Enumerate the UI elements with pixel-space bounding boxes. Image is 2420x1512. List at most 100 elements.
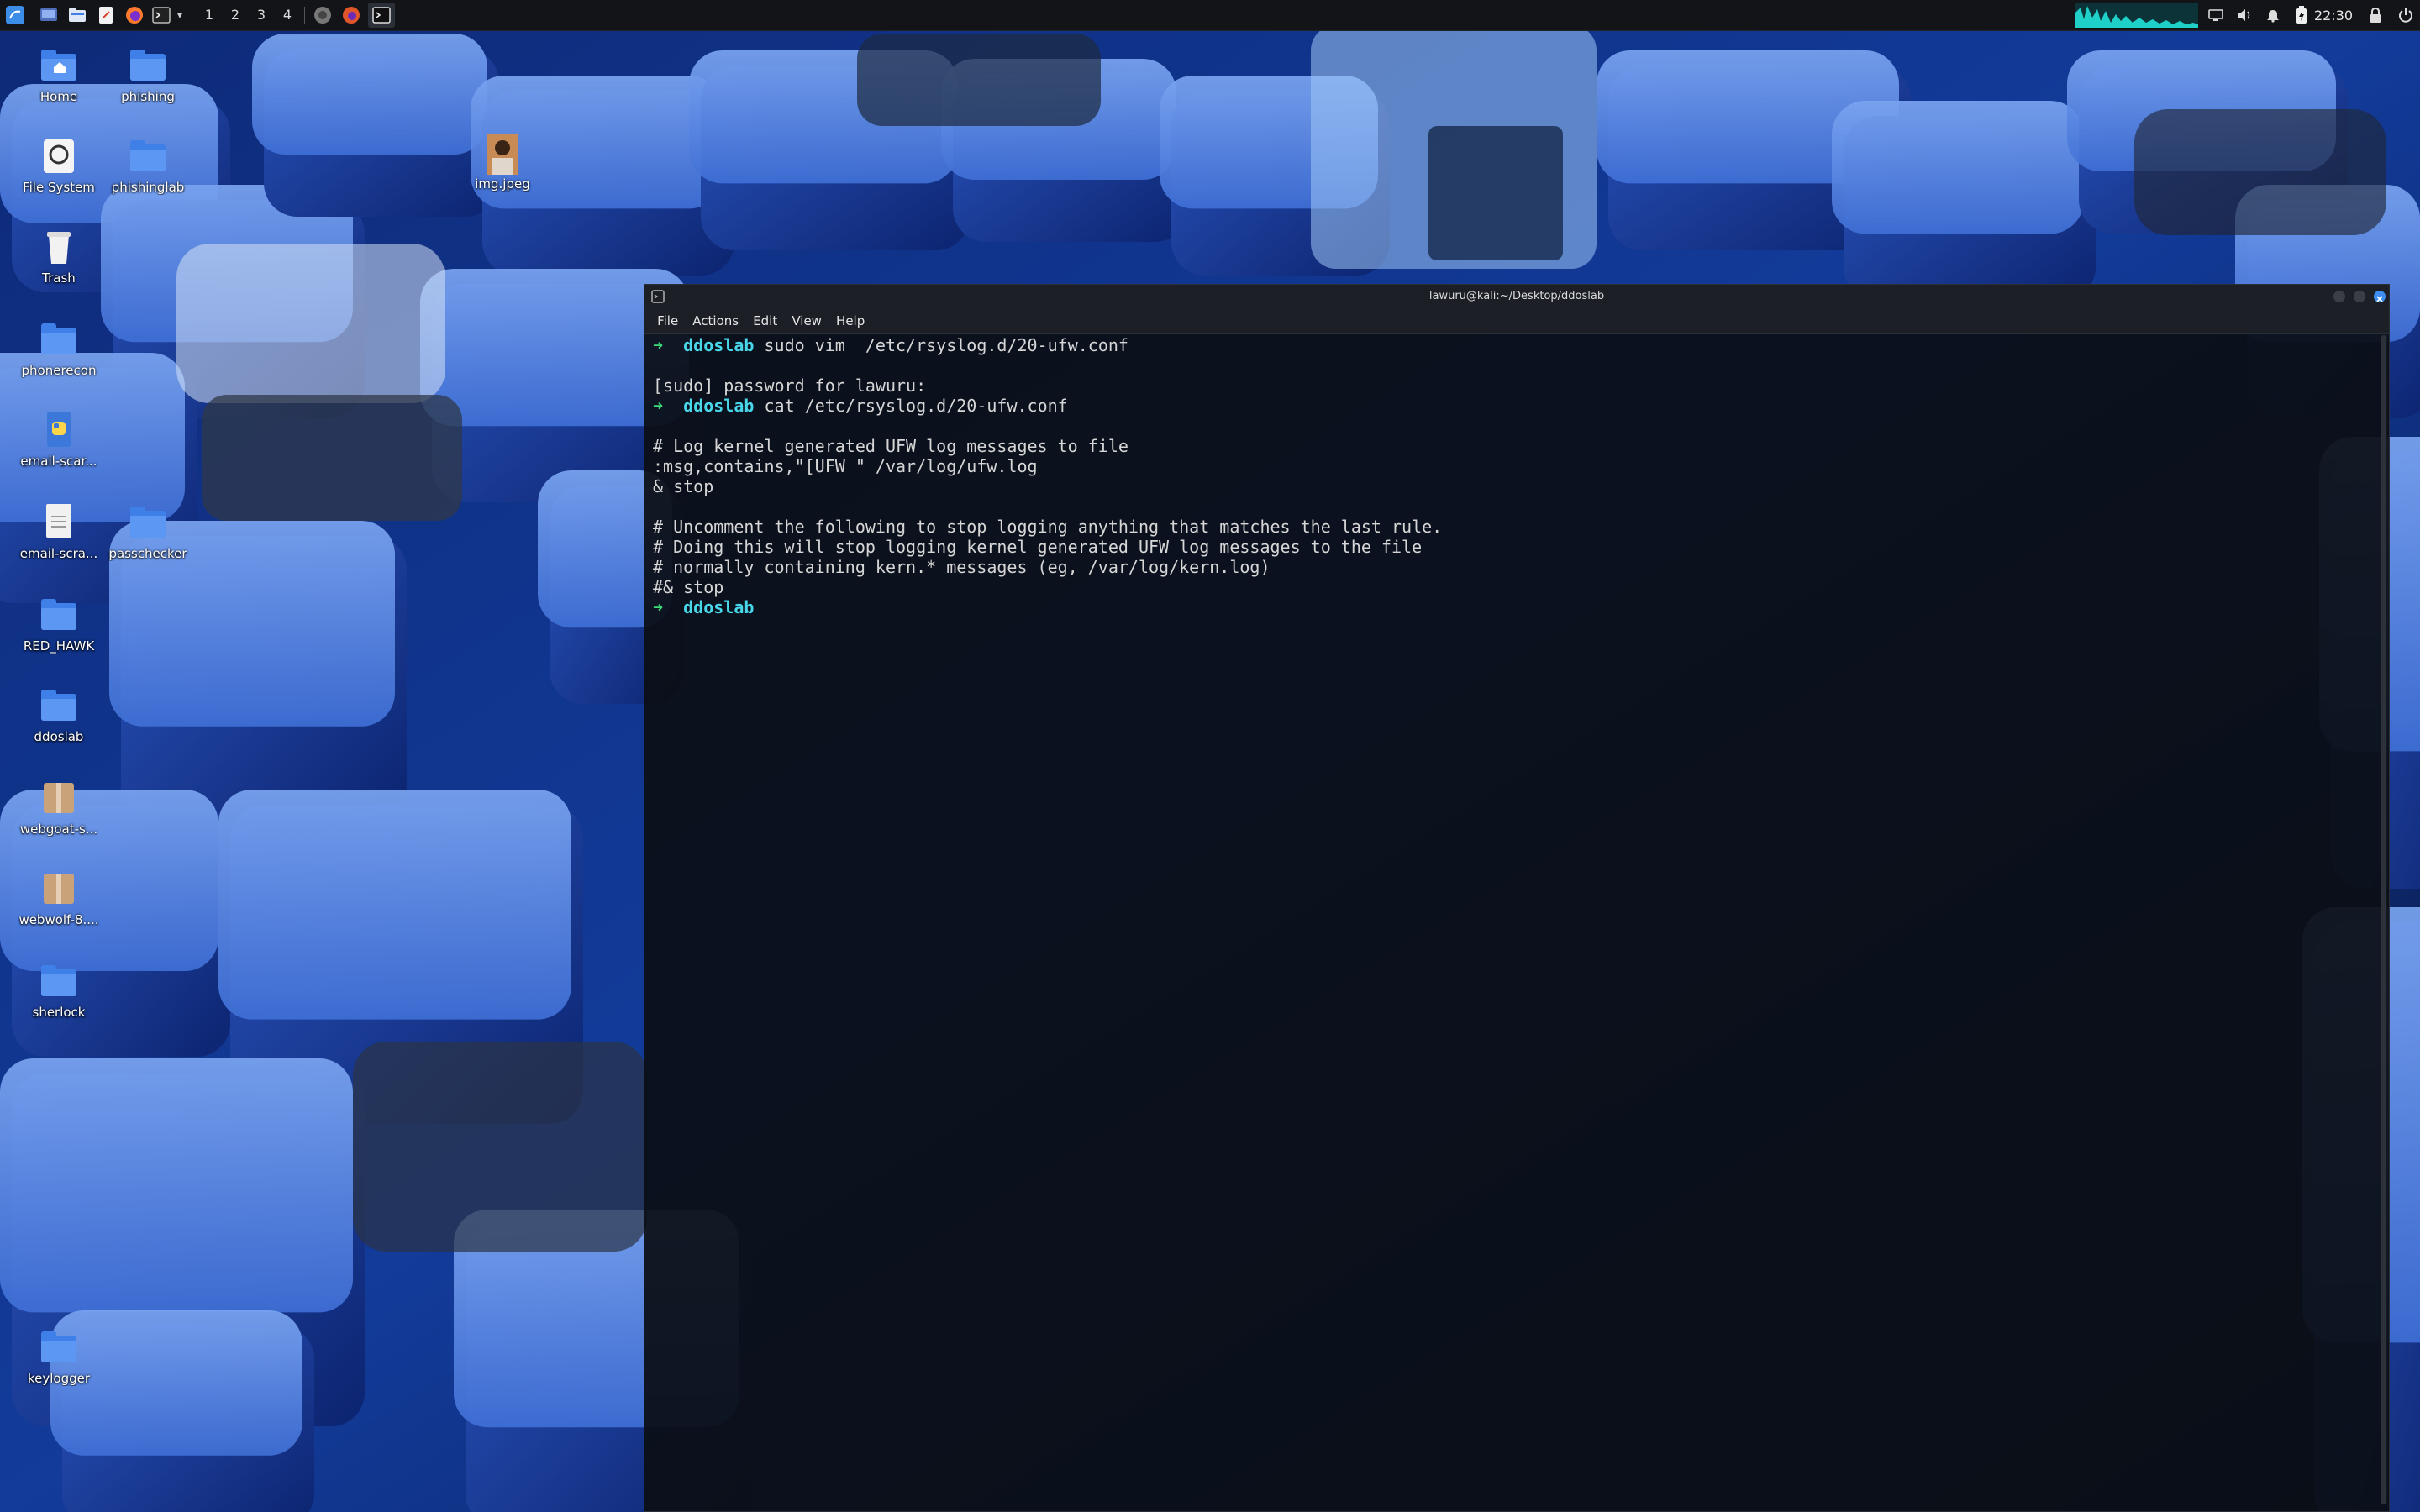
workspace-2[interactable]: 2 (223, 0, 248, 30)
prompt-dir: ddoslab (683, 396, 755, 416)
folder-icon (39, 321, 79, 358)
menu-view[interactable]: View (786, 308, 827, 333)
python-file-icon (39, 412, 79, 449)
desktop-icon-label: RED_HAWK (23, 638, 95, 654)
menu-actions[interactable]: Actions (687, 308, 744, 333)
image-thumbnail-icon (482, 134, 523, 175)
close-icon (2376, 296, 2383, 302)
prompt-dir: ddoslab (683, 597, 755, 617)
folder-icon (39, 963, 79, 1000)
desktop-icon-keylogger[interactable]: keylogger (13, 1329, 104, 1386)
folder-icon (128, 504, 168, 541)
text-editor-icon[interactable] (94, 3, 118, 28)
menu-help[interactable]: Help (831, 308, 870, 333)
workspace-1[interactable]: 1 (197, 0, 222, 30)
desktop-icon-ddoslab[interactable]: ddoslab (13, 687, 104, 744)
cpu-graph[interactable] (2075, 3, 2198, 28)
window-title: lawuru@kali:~/Desktop/ddoslab (1428, 290, 1605, 302)
desktop-icon-img-jpeg[interactable]: img.jpeg (457, 134, 548, 192)
package-icon (39, 780, 79, 816)
desktop-icon-sherlock[interactable]: sherlock (13, 963, 104, 1020)
terminal-line: [sudo] password for lawuru: (653, 375, 927, 396)
lock-icon[interactable] (2366, 3, 2385, 28)
menu-edit[interactable]: Edit (748, 308, 782, 333)
folder-icon (39, 596, 79, 633)
desktop-icon-label: webgoat-s... (19, 822, 98, 837)
desktop-icon-passchecker[interactable]: passchecker (103, 504, 193, 561)
firefox-icon[interactable] (123, 3, 146, 28)
text-file-icon (39, 504, 79, 541)
desktop-icon-label: phishing (121, 89, 175, 104)
terminal-line: #& stop (653, 577, 724, 597)
firefox-window-button[interactable] (339, 3, 363, 28)
command-text: sudo vim /etc/rsyslog.d/20-ufw.conf (764, 335, 1128, 355)
terminal-icon[interactable] (150, 3, 173, 28)
desktop-icon-label: Home (39, 89, 78, 104)
clock[interactable]: 22:30 (2312, 3, 2354, 28)
terminal-output[interactable]: ➜ ddoslab sudo vim /etc/rsyslog.d/20-ufw… (653, 335, 2377, 1504)
desktop-icon-label: File System (23, 180, 95, 195)
package-icon (39, 870, 79, 907)
menu-file[interactable]: File (652, 308, 683, 333)
workspace-4[interactable]: 4 (275, 0, 300, 30)
home-folder-icon (39, 47, 79, 84)
desktop-icon-label: phishinglab (111, 180, 185, 195)
desktop-icon-email-scra[interactable]: email-scra... (13, 504, 104, 561)
terminal-menubar: File Actions Edit View Help (644, 308, 2389, 334)
panel-separator (304, 7, 305, 24)
desktop-icon-label: keylogger (27, 1371, 91, 1386)
file-manager-icon[interactable] (66, 3, 89, 28)
terminal-icon (651, 290, 665, 303)
desktop-icon-trash[interactable]: Trash (13, 228, 104, 286)
desktop-icon-label: Trash (42, 270, 76, 286)
power-icon[interactable] (2395, 3, 2417, 28)
desktop-icon-red-hawk[interactable]: RED_HAWK (13, 596, 104, 654)
terminal-line: ➜ ddoslab sudo vim /etc/rsyslog.d/20-ufw… (653, 335, 2377, 355)
app-window-button[interactable] (311, 3, 334, 28)
desktop-icon-webgoat[interactable]: webgoat-s... (13, 780, 104, 837)
chevron-down-icon[interactable]: ▾ (173, 3, 187, 28)
cursor: _ (764, 597, 775, 617)
close-button[interactable] (2374, 291, 2386, 302)
prompt-dir: ddoslab (683, 335, 755, 355)
desktop-icon-home[interactable]: Home (13, 47, 104, 104)
notification-bell-icon[interactable] (2264, 3, 2282, 28)
terminal-window-button[interactable] (368, 3, 395, 28)
terminal-line: ➜ ddoslab cat /etc/rsyslog.d/20-ufw.conf (653, 396, 2377, 416)
terminal-line: # Log kernel generated UFW log messages … (653, 436, 1128, 456)
workspace-3[interactable]: 3 (249, 0, 274, 30)
minimize-button[interactable] (2333, 291, 2345, 302)
terminal-window[interactable]: lawuru@kali:~/Desktop/ddoslab File Actio… (644, 284, 2390, 1512)
folder-icon (39, 1329, 79, 1366)
window-titlebar[interactable]: lawuru@kali:~/Desktop/ddoslab (644, 285, 2389, 308)
desktop-icon-phonerecon[interactable]: phonerecon (13, 321, 104, 378)
desktop-icon-label: phonerecon (21, 363, 97, 378)
terminal-line: # Doing this will stop logging kernel ge… (653, 537, 1423, 557)
desktop-icon-phishing[interactable]: phishing (103, 47, 193, 104)
terminal-line: :msg,contains,"[UFW " /var/log/ufw.log (653, 456, 1038, 476)
desktop-icon-label: img.jpeg (475, 176, 530, 192)
battery-icon[interactable] (2292, 3, 2311, 28)
kali-menu-icon[interactable] (3, 3, 27, 28)
folder-icon (128, 47, 168, 84)
desktop-icon-label: email-scra... (19, 546, 98, 561)
maximize-button[interactable] (2354, 291, 2365, 302)
desktop-icon-file-system[interactable]: File System (13, 138, 104, 195)
scrollbar[interactable] (2381, 335, 2387, 1504)
desktop-icon-webwolf[interactable]: webwolf-8.... (13, 870, 104, 927)
desktop-icon-phishinglab[interactable]: phishinglab (103, 138, 193, 195)
command-text: cat /etc/rsyslog.d/20-ufw.conf (764, 396, 1068, 416)
desktop-icon-label: email-scar... (20, 454, 97, 469)
display-icon[interactable] (2207, 3, 2225, 28)
top-panel: ▾ 1 2 3 4 22:30 (0, 0, 2420, 31)
scrollbar-thumb[interactable] (2381, 335, 2386, 1504)
desktop-icon-label: ddoslab (34, 729, 84, 744)
volume-icon[interactable] (2235, 3, 2254, 28)
folder-icon (128, 138, 168, 175)
show-desktop-icon[interactable] (37, 3, 60, 28)
terminal-line: # normally containing kern.* messages (e… (653, 557, 1270, 577)
desktop-icon-email-scar[interactable]: email-scar... (13, 412, 104, 469)
desktop-icon-label: passchecker (108, 546, 187, 561)
